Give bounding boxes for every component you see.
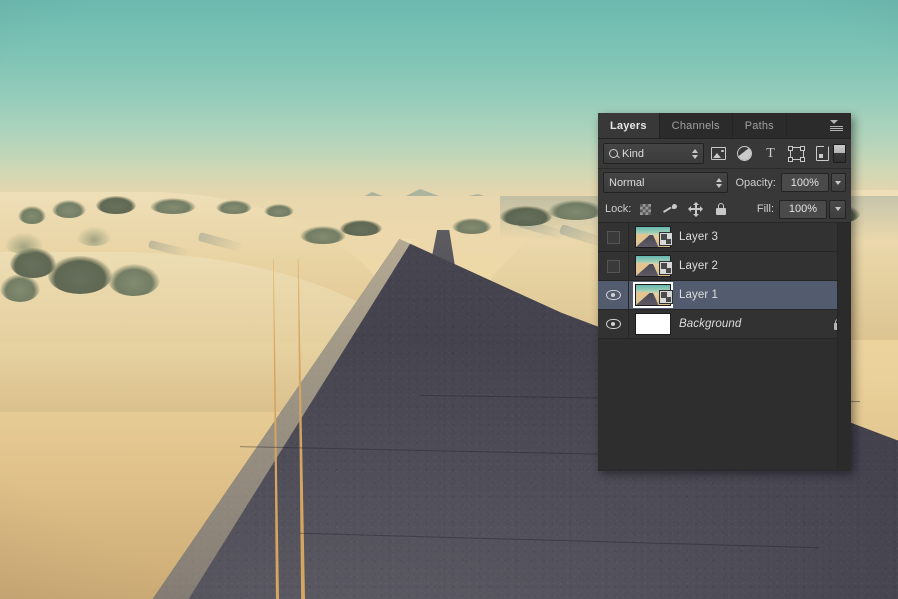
desert-shrub bbox=[264, 204, 294, 217]
layer-thumbnail-cell[interactable] bbox=[629, 255, 677, 277]
desert-shrub bbox=[108, 264, 160, 296]
lock-row: Lock: Fill: 100% bbox=[598, 196, 851, 223]
filter-smart-object-icon[interactable] bbox=[815, 146, 830, 161]
filter-enable-toggle[interactable] bbox=[833, 144, 846, 163]
filter-kind-dropdown[interactable]: Kind bbox=[603, 143, 704, 164]
desert-shrub bbox=[216, 200, 252, 214]
smart-object-badge-icon bbox=[659, 261, 673, 275]
eye-off-icon bbox=[607, 260, 620, 273]
desert-shrub bbox=[452, 218, 492, 234]
desert-shrub bbox=[150, 198, 196, 214]
layer-list[interactable]: Layer 3 Layer 2 bbox=[598, 223, 851, 469]
layer-thumbnail bbox=[635, 313, 671, 335]
filter-adjustment-layers-icon[interactable] bbox=[737, 146, 752, 161]
grass-tuft bbox=[76, 226, 112, 246]
layer-thumbnail-cell[interactable] bbox=[629, 313, 677, 335]
desert-shrub bbox=[48, 256, 112, 294]
menu-line bbox=[830, 128, 843, 129]
blend-mode-value: Normal bbox=[609, 177, 644, 189]
lock-position-icon[interactable] bbox=[689, 203, 702, 216]
screenshot-root: Layers Channels Paths Kind bbox=[0, 0, 898, 599]
desert-shrub bbox=[52, 200, 86, 218]
fill-label: Fill: bbox=[757, 203, 774, 215]
layer-visibility-toggle[interactable] bbox=[598, 252, 629, 280]
fill-stepper-icon[interactable] bbox=[829, 200, 846, 219]
filter-kind-label: Kind bbox=[622, 148, 644, 160]
layer-name[interactable]: Layer 2 bbox=[677, 260, 825, 272]
lock-icon-group bbox=[639, 203, 727, 216]
lock-transparent-pixels-icon[interactable] bbox=[639, 203, 652, 216]
desert-shrub bbox=[340, 220, 382, 236]
menu-line bbox=[830, 130, 843, 131]
layer-name[interactable]: Background bbox=[677, 318, 825, 330]
layer-visibility-toggle[interactable] bbox=[598, 223, 629, 251]
desert-shrub bbox=[500, 206, 552, 226]
panel-tab-bar: Layers Channels Paths bbox=[598, 113, 851, 139]
layer-thumbnail-cell[interactable] bbox=[629, 284, 677, 306]
layer-thumbnail-cell[interactable] bbox=[629, 226, 677, 248]
layer-name[interactable]: Layer 1 bbox=[677, 289, 825, 301]
tab-paths[interactable]: Paths bbox=[733, 113, 787, 138]
fill-input[interactable]: 100% bbox=[779, 200, 827, 219]
grass-tuft bbox=[4, 232, 44, 254]
lock-image-pixels-icon[interactable] bbox=[664, 203, 677, 216]
table-row[interactable]: Layer 3 bbox=[598, 223, 851, 252]
table-row[interactable]: Layer 2 bbox=[598, 252, 851, 281]
desert-shrub bbox=[0, 274, 40, 302]
eye-off-icon bbox=[607, 231, 620, 244]
eye-icon bbox=[606, 290, 621, 300]
layer-filter-row: Kind T bbox=[598, 139, 851, 169]
tab-channels-label: Channels bbox=[672, 120, 720, 132]
chevron-down-icon bbox=[830, 120, 838, 124]
menu-line bbox=[830, 126, 843, 127]
updown-stepper-icon bbox=[692, 149, 698, 159]
desert-shrub bbox=[96, 196, 136, 214]
lock-all-icon[interactable] bbox=[714, 203, 727, 216]
search-icon bbox=[609, 149, 618, 158]
layer-visibility-toggle[interactable] bbox=[598, 281, 629, 309]
opacity-label: Opacity: bbox=[735, 177, 775, 189]
layer-list-empty-area bbox=[598, 339, 851, 469]
layer-visibility-toggle[interactable] bbox=[598, 310, 629, 338]
opacity-input[interactable]: 100% bbox=[781, 173, 829, 192]
filter-type-layers-icon[interactable]: T bbox=[763, 146, 778, 161]
panel-bottom-edge bbox=[598, 469, 851, 471]
table-row[interactable]: Background bbox=[598, 310, 851, 339]
filter-type-icons: T bbox=[711, 146, 830, 161]
opacity-stepper-icon[interactable] bbox=[831, 173, 846, 192]
layer-list-scrollbar[interactable] bbox=[837, 223, 851, 469]
panel-menu-icon[interactable] bbox=[825, 113, 847, 138]
blend-mode-row: Normal Opacity: 100% bbox=[598, 169, 851, 196]
table-row[interactable]: Layer 1 bbox=[598, 281, 851, 310]
eye-icon bbox=[606, 319, 621, 329]
tab-channels[interactable]: Channels bbox=[660, 113, 733, 138]
tab-layers-label: Layers bbox=[610, 120, 647, 132]
desert-shrub bbox=[548, 200, 604, 220]
tab-paths-label: Paths bbox=[745, 120, 774, 132]
lock-label: Lock: bbox=[605, 203, 631, 215]
layer-rows: Layer 3 Layer 2 bbox=[598, 223, 851, 339]
filter-pixel-layers-icon[interactable] bbox=[711, 146, 726, 161]
filter-shape-layers-icon[interactable] bbox=[789, 146, 804, 161]
blend-mode-dropdown[interactable]: Normal bbox=[603, 172, 728, 193]
tab-layers[interactable]: Layers bbox=[598, 113, 660, 138]
smart-object-badge-icon bbox=[659, 232, 673, 246]
desert-shrub bbox=[18, 206, 46, 224]
updown-stepper-icon bbox=[716, 178, 722, 188]
smart-object-badge-icon bbox=[659, 290, 673, 304]
layers-panel[interactable]: Layers Channels Paths Kind bbox=[598, 113, 851, 470]
layer-name[interactable]: Layer 3 bbox=[677, 231, 825, 243]
